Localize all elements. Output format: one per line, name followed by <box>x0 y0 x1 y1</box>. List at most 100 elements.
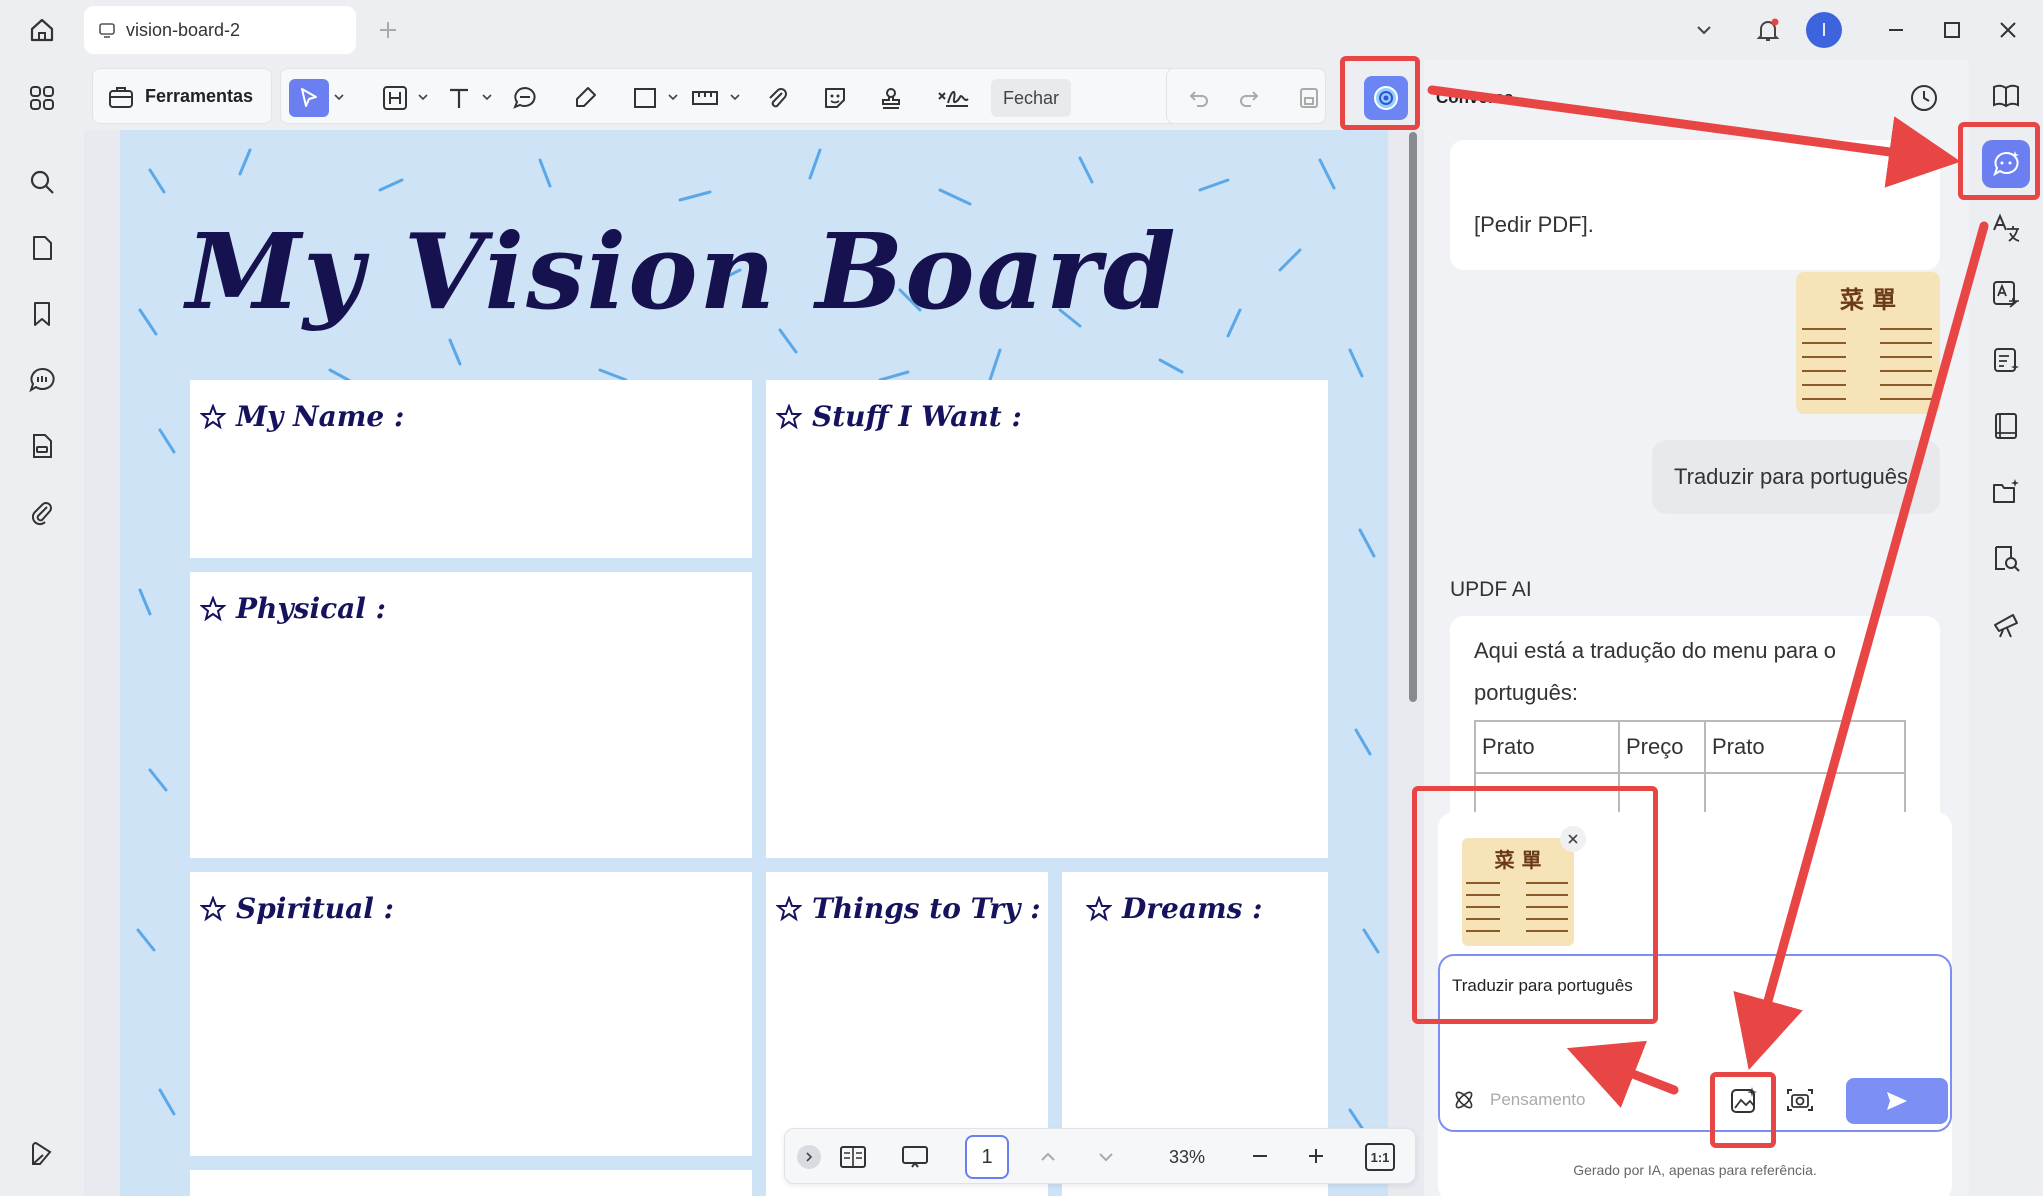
thinking-toggle[interactable]: Pensamento <box>1452 1082 1585 1118</box>
form-fields-icon[interactable] <box>22 426 62 466</box>
star-icon <box>776 895 802 921</box>
attachment-icon[interactable] <box>22 492 62 532</box>
previous-message-text: [Pedir PDF]. <box>1474 212 1594 237</box>
minimize-icon[interactable] <box>1878 14 1914 46</box>
page-layout-icon[interactable] <box>835 1139 871 1175</box>
avatar[interactable]: I <box>1806 12 1842 48</box>
document-tab[interactable]: vision-board-2 <box>84 6 356 54</box>
zoom-in-icon[interactable] <box>1301 1141 1331 1171</box>
card-partial <box>190 1170 752 1196</box>
menu-thumb-title: 菜 單 <box>1839 285 1897 314</box>
pages-icon[interactable] <box>22 228 62 268</box>
highlighter-tool-button[interactable] <box>567 79 603 117</box>
card-label: My Name : <box>200 400 404 433</box>
stamp-tool-button[interactable] <box>873 79 909 117</box>
undo-icon[interactable] <box>1181 79 1217 117</box>
save-icon[interactable] <box>1291 79 1327 117</box>
page-number-input[interactable]: 1 <box>965 1135 1009 1179</box>
reader-mode-book-icon[interactable] <box>1986 76 2026 116</box>
toolbox-icon <box>107 83 135 111</box>
next-page-icon[interactable] <box>1091 1143 1121 1171</box>
chevron-down-icon[interactable] <box>417 91 429 103</box>
table-header-cell: Prato <box>1704 720 1906 774</box>
new-tab-plus-icon[interactable] <box>372 14 404 46</box>
card-label: Stuff I Want : <box>776 400 1022 433</box>
close-window-icon[interactable] <box>1990 14 2026 46</box>
expand-nav-chevron-icon[interactable] <box>797 1145 821 1169</box>
presentation-easel-icon[interactable] <box>1986 604 2026 644</box>
send-button[interactable] <box>1846 1078 1948 1124</box>
ai-form-icon[interactable] <box>1986 340 2026 380</box>
maximize-icon[interactable] <box>1934 14 1970 46</box>
zoom-out-icon[interactable] <box>1245 1141 1275 1171</box>
text-tool-button[interactable] <box>441 79 477 117</box>
rectangle-icon <box>634 88 656 108</box>
card-label-text: Physical : <box>236 592 386 625</box>
card-label-text: Stuff I Want : <box>812 400 1022 433</box>
paperclip-icon <box>769 88 787 108</box>
comments-icon[interactable] <box>22 360 62 400</box>
close-toolbar-button[interactable]: Fechar <box>991 79 1071 117</box>
ai-folder-icon[interactable] <box>1986 472 2026 512</box>
star-icon <box>200 895 226 921</box>
annotation-highlight-image-button <box>1710 1072 1776 1148</box>
card-label: Things to Try : <box>776 892 1041 925</box>
table-header-cell: Prato <box>1474 720 1620 774</box>
ai-disclaimer: Gerado por IA, apenas para referência. <box>1573 1162 1817 1178</box>
translate-icon[interactable] <box>1986 208 2026 248</box>
ai-search-document-icon[interactable] <box>1986 538 2026 578</box>
previous-ai-message: [Pedir PDF]. <box>1450 140 1940 270</box>
tools-button[interactable]: Ferramentas <box>92 68 272 124</box>
history-clock-icon[interactable] <box>1904 78 1944 118</box>
chevron-down-icon[interactable] <box>481 91 493 103</box>
highlighter-icon <box>576 87 596 107</box>
tab-title: vision-board-2 <box>126 19 241 40</box>
previous-page-icon[interactable] <box>1033 1143 1063 1171</box>
attach-file-tool-button[interactable] <box>759 79 795 117</box>
reading-book-icon[interactable] <box>1986 406 2026 446</box>
toolbar: Ferramentas Fechar <box>84 60 1424 130</box>
bookmark-icon[interactable] <box>22 294 62 334</box>
layers-icon[interactable] <box>22 1134 62 1174</box>
sticker-icon <box>825 88 845 108</box>
ocr-translate-icon[interactable] <box>1986 274 2026 314</box>
thumbnails-grid-icon[interactable] <box>22 78 62 118</box>
text-icon <box>450 88 468 108</box>
card-label: Physical : <box>200 592 386 625</box>
zoom-level[interactable]: 33% <box>1157 1137 1217 1177</box>
right-tools-rail <box>1969 60 2043 1196</box>
title-bar: vision-board-2 I <box>0 0 2043 60</box>
chevron-down-icon[interactable] <box>667 91 679 103</box>
document-scrollbar[interactable] <box>1409 132 1417 702</box>
page-title: My Vision Board <box>186 210 1178 333</box>
sent-menu-image[interactable]: 菜 單 <box>1796 272 1940 414</box>
redo-icon[interactable] <box>1231 79 1267 117</box>
search-icon[interactable] <box>22 162 62 202</box>
page-navigation-bar: 1 33% 1:1 <box>784 1128 1416 1184</box>
heading-tool-button[interactable] <box>377 79 413 117</box>
chevron-down-icon[interactable] <box>1688 14 1720 46</box>
shape-tool-button[interactable] <box>627 79 663 117</box>
chevron-down-icon[interactable] <box>729 91 741 103</box>
comment-tool-button[interactable] <box>507 79 543 117</box>
measure-tool-button[interactable] <box>685 79 725 117</box>
home-icon[interactable] <box>22 12 62 48</box>
star-icon <box>776 403 802 429</box>
select-tool-button[interactable] <box>289 79 329 117</box>
signature-icon <box>938 91 969 107</box>
presentation-icon[interactable] <box>897 1139 933 1175</box>
signature-tool-button[interactable] <box>931 79 975 117</box>
speech-bubble-icon <box>513 86 536 109</box>
card-stuff-i-want: Stuff I Want : <box>766 380 1328 858</box>
annotation-tools-group: Fechar <box>280 68 1240 124</box>
chevron-down-icon[interactable] <box>333 91 345 103</box>
card-label: Spiritual : <box>200 892 394 925</box>
actual-size-button[interactable]: 1:1 <box>1365 1143 1395 1171</box>
notification-bell-icon[interactable] <box>1748 10 1788 50</box>
card-label-text: Dreams : <box>1122 892 1263 925</box>
sticker-tool-button[interactable] <box>817 79 853 117</box>
star-icon <box>1086 895 1112 921</box>
screenshot-camera-icon[interactable] <box>1780 1080 1820 1120</box>
document-viewport[interactable]: My Vision Board My Name : Stuff I Want :… <box>84 130 1424 1196</box>
ai-chat-panel: Conversa [Pedir PDF]. 菜 單 Traduzir para … <box>1424 60 1969 1196</box>
